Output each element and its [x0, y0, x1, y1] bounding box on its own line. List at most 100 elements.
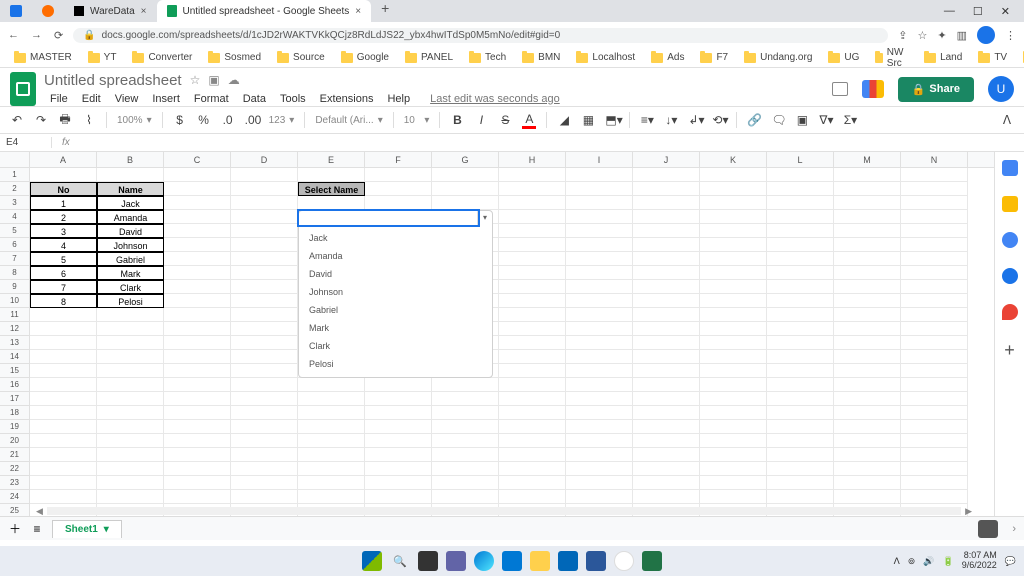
cell[interactable]: [164, 420, 231, 434]
cell[interactable]: [231, 280, 298, 294]
cell[interactable]: [767, 308, 834, 322]
cell[interactable]: [499, 420, 566, 434]
menu-help[interactable]: Help: [381, 91, 416, 107]
cell[interactable]: [700, 182, 767, 196]
cell[interactable]: [566, 420, 633, 434]
column-header[interactable]: M: [834, 152, 901, 167]
start-button[interactable]: [362, 551, 382, 571]
cell[interactable]: [231, 308, 298, 322]
cell[interactable]: [30, 350, 97, 364]
column-header[interactable]: K: [700, 152, 767, 167]
star-icon[interactable]: ☆: [190, 73, 201, 87]
cell[interactable]: [633, 252, 700, 266]
cell[interactable]: [834, 196, 901, 210]
system-tray[interactable]: ᐱ ⊚ 🔊 🔋 8:07 AM 9/6/2022 💬: [894, 551, 1016, 571]
cell[interactable]: [700, 448, 767, 462]
cell[interactable]: [231, 448, 298, 462]
cell[interactable]: [97, 336, 164, 350]
cell[interactable]: [767, 224, 834, 238]
calendar-icon[interactable]: [1002, 160, 1018, 176]
cell[interactable]: [231, 364, 298, 378]
row-header[interactable]: 11: [0, 308, 30, 322]
pinned-tab-2[interactable]: [32, 0, 64, 22]
cell[interactable]: [767, 364, 834, 378]
cell[interactable]: [30, 490, 97, 504]
dropdown-option[interactable]: Pelosi: [299, 355, 492, 373]
dropdown-option[interactable]: Jack: [299, 229, 492, 247]
cell[interactable]: Johnson: [97, 238, 164, 252]
cell[interactable]: [700, 350, 767, 364]
excel-icon[interactable]: [642, 551, 662, 571]
contacts-icon[interactable]: [1002, 268, 1018, 284]
cell[interactable]: Gabriel: [97, 252, 164, 266]
italic-button[interactable]: I: [474, 113, 488, 127]
bookmark-folder[interactable]: PANEL: [399, 50, 459, 65]
wifi-icon[interactable]: ⊚: [908, 556, 916, 567]
cell[interactable]: [499, 476, 566, 490]
cell[interactable]: [767, 266, 834, 280]
cell[interactable]: Select Name: [298, 182, 365, 196]
bookmark-folder[interactable]: Google: [335, 50, 395, 65]
row-header[interactable]: 9: [0, 280, 30, 294]
cell[interactable]: [767, 196, 834, 210]
row-header[interactable]: 3: [0, 196, 30, 210]
cell[interactable]: [767, 294, 834, 308]
cell[interactable]: [700, 168, 767, 182]
cell[interactable]: [566, 490, 633, 504]
cell[interactable]: [365, 378, 432, 392]
cell[interactable]: [700, 196, 767, 210]
cell[interactable]: [298, 196, 365, 210]
cell[interactable]: [164, 168, 231, 182]
cell[interactable]: [231, 168, 298, 182]
select-all-corner[interactable]: [0, 152, 30, 167]
cell[interactable]: [901, 266, 968, 280]
cell[interactable]: [633, 420, 700, 434]
cell[interactable]: [231, 476, 298, 490]
cell[interactable]: [834, 476, 901, 490]
cell[interactable]: [633, 238, 700, 252]
cell[interactable]: [566, 196, 633, 210]
cell[interactable]: [164, 252, 231, 266]
column-header[interactable]: I: [566, 152, 633, 167]
cell[interactable]: [164, 308, 231, 322]
cell[interactable]: [767, 392, 834, 406]
bookmark-folder[interactable]: YT: [82, 50, 123, 65]
cell[interactable]: [767, 280, 834, 294]
cell[interactable]: [298, 434, 365, 448]
reading-list-icon[interactable]: ▥: [957, 29, 967, 42]
cell[interactable]: [499, 350, 566, 364]
link-button[interactable]: 🔗: [747, 113, 761, 127]
notifications-icon[interactable]: 💬: [1005, 556, 1016, 567]
cell[interactable]: [633, 336, 700, 350]
mail-icon[interactable]: [502, 551, 522, 571]
bookmark-folder[interactable]: BMN: [516, 50, 566, 65]
cell[interactable]: [834, 336, 901, 350]
cell[interactable]: [901, 294, 968, 308]
bookmark-folder[interactable]: MASTER: [8, 50, 78, 65]
cell[interactable]: [901, 210, 968, 224]
cell[interactable]: [365, 476, 432, 490]
cell[interactable]: [97, 392, 164, 406]
cell[interactable]: [633, 210, 700, 224]
bold-button[interactable]: B: [450, 113, 464, 127]
cell[interactable]: [700, 238, 767, 252]
cell[interactable]: [231, 378, 298, 392]
cell[interactable]: [901, 392, 968, 406]
forward-button[interactable]: →: [31, 29, 42, 42]
cell[interactable]: [499, 336, 566, 350]
cell[interactable]: Jack: [97, 196, 164, 210]
cell[interactable]: [633, 462, 700, 476]
cell[interactable]: [432, 392, 499, 406]
bookmark-folder[interactable]: Ads: [645, 50, 690, 65]
cell[interactable]: [298, 392, 365, 406]
cell[interactable]: [700, 420, 767, 434]
cell[interactable]: [566, 434, 633, 448]
cell[interactable]: [231, 224, 298, 238]
move-icon[interactable]: ▣: [208, 73, 219, 87]
column-header[interactable]: L: [767, 152, 834, 167]
menu-view[interactable]: View: [109, 91, 145, 107]
cell[interactable]: [767, 476, 834, 490]
cell[interactable]: [566, 168, 633, 182]
cell[interactable]: [901, 490, 968, 504]
cell[interactable]: [901, 434, 968, 448]
